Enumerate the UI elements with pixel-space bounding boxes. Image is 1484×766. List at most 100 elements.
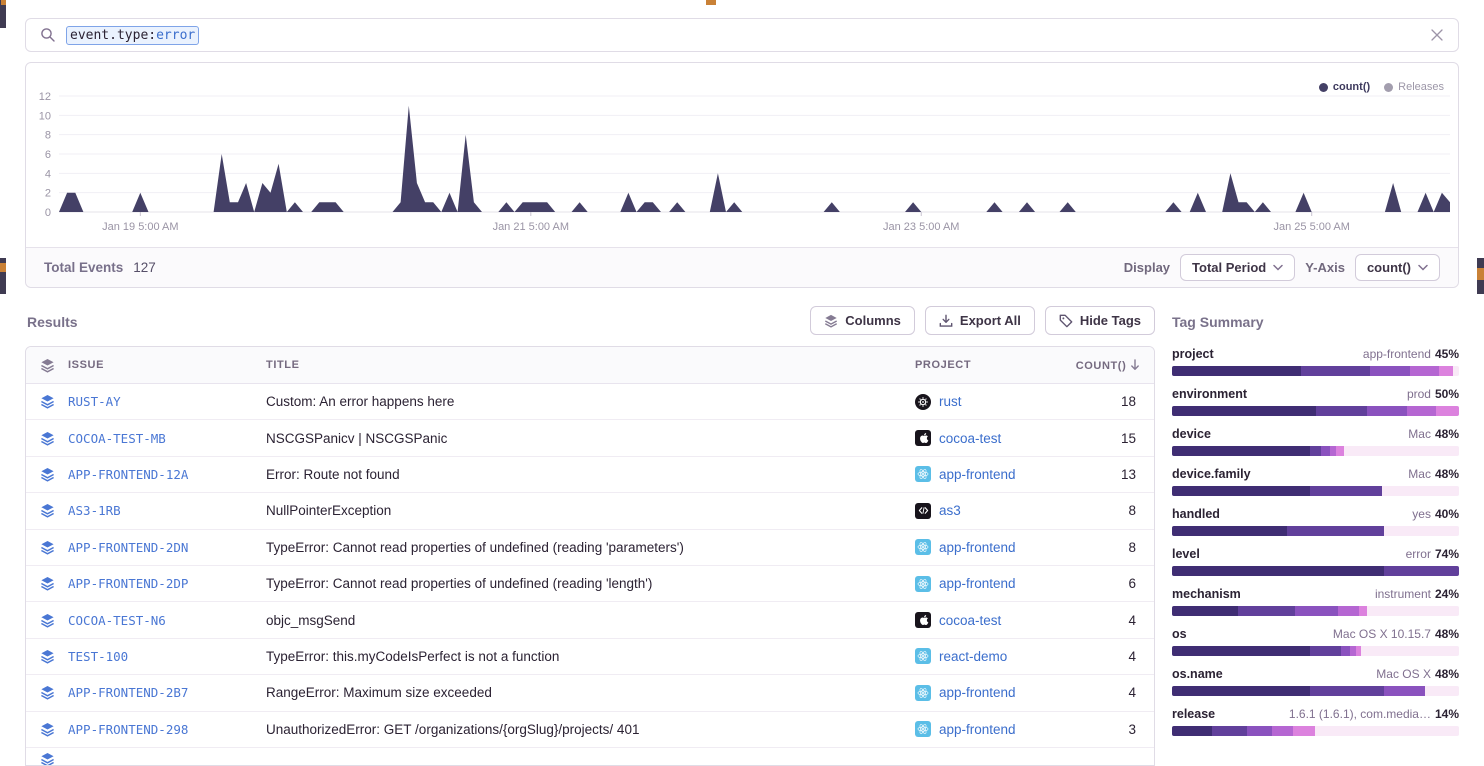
tag-bar-segment[interactable] [1410,366,1439,376]
tag-summary-item[interactable]: handledyes40% [1172,507,1459,536]
tag-summary-item[interactable]: levelerror74% [1172,547,1459,576]
tag-bar-segment[interactable] [1172,486,1310,496]
project-link[interactable]: react-demo [899,648,1061,664]
tag-summary-item[interactable]: osMac OS X 10.15.748% [1172,627,1459,656]
issue-link[interactable]: APP-FRONTEND-2B7 [68,685,266,700]
search-bar[interactable]: event.type:error [25,18,1459,52]
export-all-button[interactable]: Export All [925,306,1035,335]
tag-distribution-bar[interactable] [1172,366,1459,376]
tag-distribution-bar[interactable] [1172,486,1459,496]
tag-distribution-bar[interactable] [1172,406,1459,416]
tag-bar-segment[interactable] [1172,646,1310,656]
tag-bar-segment[interactable] [1247,726,1273,736]
tag-bar-segment[interactable] [1359,606,1368,616]
tag-distribution-bar[interactable] [1172,686,1459,696]
display-select[interactable]: Total Period [1180,254,1295,281]
tag-bar-segment[interactable] [1310,446,1321,456]
tag-distribution-bar[interactable] [1172,446,1459,456]
col-header-issue[interactable]: ISSUE [68,359,266,371]
tag-bar-segment[interactable] [1370,366,1410,376]
events-area-chart[interactable]: 024681012Jan 19 5:00 AMJan 21 5:00 AMJan… [26,63,1458,249]
tag-distribution-bar[interactable] [1172,646,1459,656]
issue-link[interactable]: AS3-1RB [68,503,266,518]
tag-bar-segment[interactable] [1172,686,1310,696]
tag-summary-item[interactable]: release1.6.1 (1.6.1), com.media…14% [1172,707,1459,736]
tag-bar-segment[interactable] [1212,726,1246,736]
tag-bar-segment[interactable] [1315,726,1459,736]
tag-summary-item[interactable]: mechanisminstrument24% [1172,587,1459,616]
issue-link[interactable]: TEST-100 [68,649,266,664]
tag-bar-segment[interactable] [1310,686,1385,696]
tag-bar-segment[interactable] [1272,726,1292,736]
tag-distribution-bar[interactable] [1172,726,1459,736]
tag-bar-segment[interactable] [1439,366,1453,376]
col-header-count[interactable]: COUNT() [1061,359,1154,372]
tag-summary-list: projectapp-frontend45% environmentprod50%… [1172,347,1459,736]
tag-bar-segment[interactable] [1453,366,1459,376]
project-link[interactable]: app-frontend [899,576,1061,592]
project-link[interactable]: cocoa-test [899,612,1061,628]
tag-summary-item[interactable]: environmentprod50% [1172,387,1459,416]
tag-distribution-bar[interactable] [1172,606,1459,616]
tag-bar-segment[interactable] [1238,606,1295,616]
tag-bar-segment[interactable] [1172,726,1212,736]
tag-bar-segment[interactable] [1344,446,1459,456]
tag-bar-segment[interactable] [1310,646,1342,656]
tag-bar-segment[interactable] [1367,406,1407,416]
tag-summary-item[interactable]: projectapp-frontend45% [1172,347,1459,376]
tag-distribution-bar[interactable] [1172,526,1459,536]
col-header-title[interactable]: TITLE [266,359,899,371]
tag-bar-segment[interactable] [1172,526,1287,536]
tag-bar-segment[interactable] [1436,406,1459,416]
yaxis-select[interactable]: count() [1355,254,1440,281]
project-link[interactable]: cocoa-test [899,430,1061,446]
issue-link[interactable]: COCOA-TEST-MB [68,431,266,446]
tag-bar-segment[interactable] [1172,606,1238,616]
issue-link[interactable]: APP-FRONTEND-298 [68,722,266,737]
project-link[interactable]: rust [899,394,1061,410]
project-link[interactable]: app-frontend [899,685,1061,701]
issue-link[interactable]: RUST-AY [68,394,266,409]
tag-bar-segment[interactable] [1384,566,1459,576]
columns-button[interactable]: Columns [810,306,915,335]
tag-bar-segment[interactable] [1287,526,1385,536]
tag-bar-segment[interactable] [1172,446,1310,456]
tag-bar-segment[interactable] [1382,486,1459,496]
tag-bar-segment[interactable] [1316,406,1368,416]
project-link[interactable]: as3 [899,503,1061,519]
tag-bar-segment[interactable] [1367,606,1459,616]
issue-link[interactable]: APP-FRONTEND-12A [68,467,266,482]
issue-link[interactable]: COCOA-TEST-N6 [68,613,266,628]
tag-bar-segment[interactable] [1407,406,1436,416]
tag-bar-segment[interactable] [1310,486,1382,496]
tag-bar-segment[interactable] [1336,446,1345,456]
tag-distribution-bar[interactable] [1172,566,1459,576]
tag-bar-segment[interactable] [1293,726,1316,736]
project-link[interactable]: app-frontend [899,721,1061,737]
hide-tags-button[interactable]: Hide Tags [1045,306,1155,335]
tag-bar-segment[interactable] [1301,366,1370,376]
tag-summary-item[interactable]: device.familyMac48% [1172,467,1459,496]
tag-bar-segment[interactable] [1341,646,1350,656]
tag-bar-segment[interactable] [1384,686,1424,696]
project-link[interactable]: app-frontend [899,466,1061,482]
tag-bar-segment[interactable] [1338,606,1358,616]
tag-bar-segment[interactable] [1172,566,1384,576]
tag-bar-segment[interactable] [1172,366,1301,376]
col-header-project[interactable]: PROJECT [899,359,1061,371]
tag-summary-item[interactable]: deviceMac48% [1172,427,1459,456]
close-icon[interactable] [1430,28,1444,42]
tag-bar-segment[interactable] [1295,606,1338,616]
legend-count[interactable]: count() [1319,81,1370,93]
project-link[interactable]: app-frontend [899,539,1061,555]
tag-bar-segment[interactable] [1361,646,1459,656]
tag-summary-item[interactable]: os.nameMac OS X48% [1172,667,1459,696]
issue-link[interactable]: APP-FRONTEND-2DN [68,540,266,555]
tag-bar-segment[interactable] [1172,406,1316,416]
issue-link[interactable]: APP-FRONTEND-2DP [68,576,266,591]
tag-bar-segment[interactable] [1321,446,1330,456]
legend-releases[interactable]: Releases [1384,81,1444,93]
tag-bar-segment[interactable] [1384,526,1459,536]
tag-bar-segment[interactable] [1425,686,1459,696]
search-query-token[interactable]: event.type:error [66,26,199,45]
